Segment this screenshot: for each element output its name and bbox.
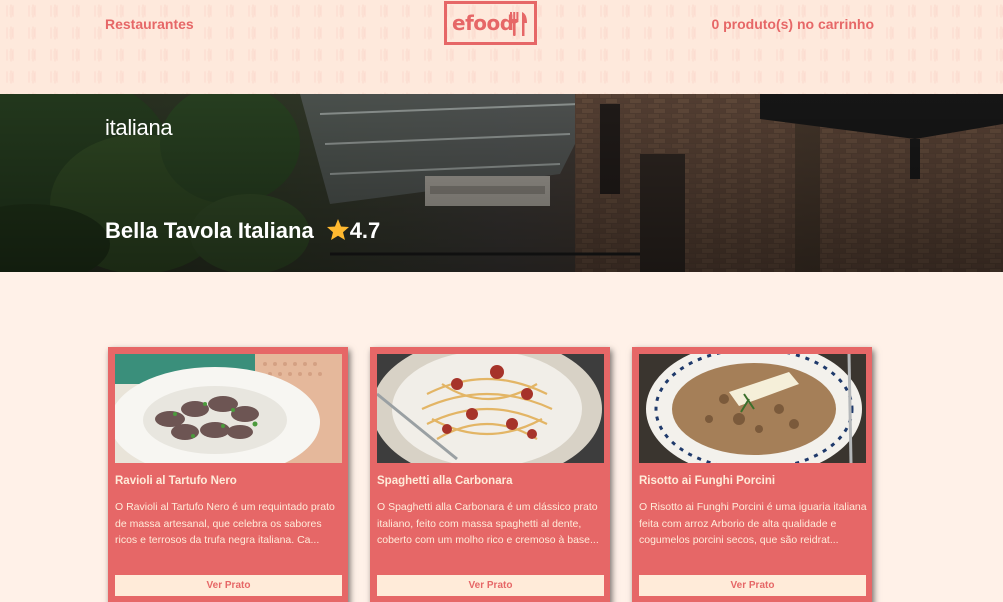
- site-header: Restaurantes efood 0 produto(s) no carri…: [0, 0, 1003, 94]
- product-title: Ravioli al Tartufo Nero: [115, 475, 237, 487]
- product-title: Risotto ai Funghi Porcini: [639, 475, 776, 487]
- product-card: Risotto ai Funghi Porcini O Risotto ai F…: [632, 347, 872, 602]
- product-card: Ravioli al Tartufo Nero O Ravioli al Tar…: [108, 347, 348, 602]
- star-icon: [326, 218, 349, 240]
- carbonara-image: [377, 354, 604, 463]
- product-title: Spaghetti alla Carbonara: [377, 475, 513, 487]
- rating-value: 4.7: [349, 218, 381, 243]
- cutlery-icon: [510, 12, 527, 36]
- restaurant-name: Bella Tavola Italiana: [105, 218, 314, 243]
- cart-link[interactable]: 0 produto(s) no carrinho: [711, 16, 874, 32]
- restaurant-title-row: Bella Tavola Italiana 4.7: [105, 218, 380, 244]
- restaurant-banner: italiana Bella Tavola Italiana 4.7: [0, 94, 1003, 272]
- logo-text: efood: [452, 11, 514, 35]
- product-description: O Ravioli al Tartufo Nero é um requintad…: [115, 501, 335, 546]
- view-dish-button[interactable]: Ver Prato: [639, 575, 866, 596]
- view-dish-button[interactable]: Ver Prato: [377, 575, 604, 596]
- product-description: O Spaghetti alla Carbonara é um clássico…: [377, 501, 599, 546]
- ravioli-image: [115, 354, 342, 463]
- product-card: Spaghetti alla Carbonara O Spaghetti all…: [370, 347, 610, 602]
- product-description: O Risotto ai Funghi Porcini é uma iguari…: [639, 501, 867, 546]
- restaurants-link[interactable]: Restaurantes: [105, 16, 194, 32]
- cuisine-label: italiana: [105, 115, 173, 140]
- risotto-image: [639, 354, 866, 463]
- efood-logo[interactable]: efood: [444, 1, 537, 45]
- view-dish-button[interactable]: Ver Prato: [115, 575, 342, 596]
